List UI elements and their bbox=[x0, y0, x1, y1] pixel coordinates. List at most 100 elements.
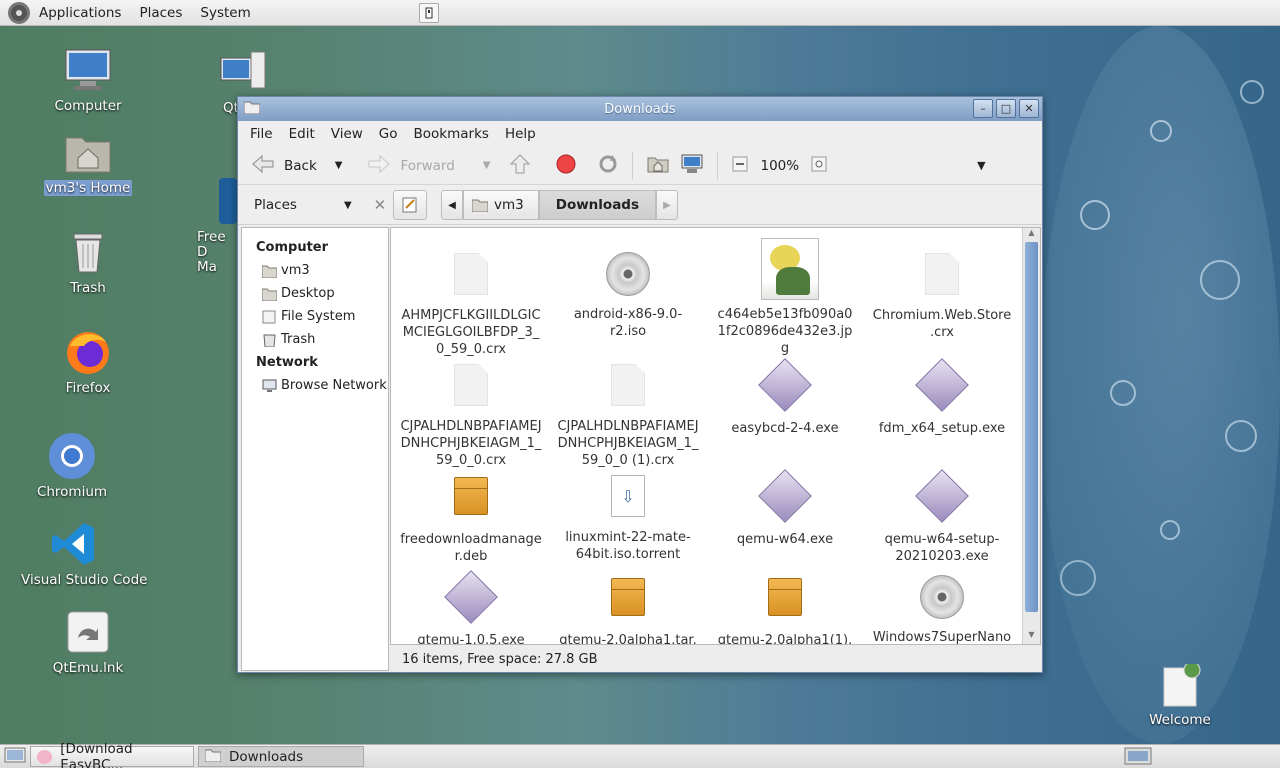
desktop-icon-welcome[interactable]: Welcome bbox=[1125, 661, 1235, 728]
menu-help[interactable]: Help bbox=[497, 126, 544, 142]
menu-go[interactable]: Go bbox=[371, 126, 406, 142]
browser-icon bbox=[37, 749, 53, 764]
breadcrumb-right-icon[interactable]: ▶ bbox=[656, 190, 679, 220]
back-dropdown-icon[interactable]: ▼ bbox=[335, 160, 343, 171]
executable-file-icon bbox=[758, 469, 812, 525]
sidebar-item-trash[interactable]: Trash bbox=[242, 328, 388, 351]
stop-button[interactable] bbox=[550, 151, 582, 181]
home-button[interactable] bbox=[641, 151, 675, 181]
zoom-out-button[interactable] bbox=[726, 151, 754, 181]
breadcrumb: ◀ vm3 Downloads ▶ bbox=[393, 190, 679, 220]
desktop-icon-qt[interactable]: Qt bbox=[193, 48, 266, 116]
file-item[interactable]: qtemu-2.0alpha1(1). bbox=[710, 573, 860, 645]
up-arrow-icon bbox=[510, 153, 531, 178]
toolbar-overflow-icon[interactable]: ▼ bbox=[971, 151, 991, 181]
launcher-icon[interactable] bbox=[419, 3, 439, 23]
title-bar[interactable]: Downloads – □ ✕ bbox=[238, 97, 1042, 121]
task-downloads[interactable]: Downloads bbox=[198, 746, 364, 767]
chromium-icon bbox=[48, 432, 96, 480]
sidebar-item-vm3[interactable]: vm3 bbox=[242, 259, 388, 282]
close-sidebar-icon[interactable]: ✕ bbox=[374, 196, 387, 214]
scroll-down-icon[interactable]: ▼ bbox=[1023, 630, 1040, 644]
file-item[interactable]: android-x86-9.0-r2.iso bbox=[553, 250, 703, 340]
file-item[interactable]: Windows7SuperNano bbox=[867, 573, 1017, 644]
menu-view[interactable]: View bbox=[323, 126, 371, 142]
menu-places[interactable]: Places bbox=[130, 0, 191, 26]
file-name: CJPALHDLNBPAFIAMEJDNHCPHJBKEIAGM_1_59_0_… bbox=[557, 419, 699, 468]
sidebar-selector[interactable]: Places ▼ ✕ bbox=[242, 191, 387, 219]
file-name: qtemu-2.0alpha1.tar. bbox=[559, 633, 697, 645]
maximize-button[interactable]: □ bbox=[996, 99, 1016, 118]
scroll-up-icon[interactable]: ▲ bbox=[1023, 228, 1040, 242]
desktop-icon-chromium[interactable]: Chromium bbox=[17, 432, 127, 500]
sidebar-section-network: Network bbox=[256, 355, 318, 370]
folder-icon bbox=[204, 748, 222, 766]
file-name: AHMPJCFLKGIILDLGICMCIEGLGOILBFDP_3_0_59_… bbox=[401, 308, 541, 357]
file-name: android-x86-9.0-r2.iso bbox=[573, 307, 683, 339]
menu-file[interactable]: File bbox=[242, 126, 281, 142]
close-button[interactable]: ✕ bbox=[1019, 99, 1039, 118]
file-item[interactable]: freedownloadmanager.deb bbox=[396, 472, 546, 565]
trash-icon bbox=[262, 333, 277, 347]
menu-system[interactable]: System bbox=[191, 0, 259, 26]
computer-button[interactable] bbox=[675, 151, 709, 181]
desktop-label: Chromium bbox=[36, 484, 108, 500]
file-item[interactable]: qtemu-2.0alpha1.tar. bbox=[553, 573, 703, 645]
sidebar-item-desktop[interactable]: Desktop bbox=[242, 282, 388, 305]
file-item[interactable]: qemu-w64.exe bbox=[710, 469, 860, 548]
package-file-icon bbox=[447, 477, 495, 525]
home-folder-icon bbox=[261, 264, 278, 278]
desktop-icon-qtemu[interactable]: QtEmu.lnk bbox=[33, 608, 143, 676]
mate-logo-icon[interactable] bbox=[8, 1, 30, 24]
chevron-down-icon[interactable]: ▼ bbox=[344, 200, 352, 211]
desktop-icon-computer[interactable]: Computer bbox=[33, 46, 143, 114]
back-button[interactable]: Back ▼ bbox=[246, 151, 348, 181]
file-name: qtemu-1.0.5.exe bbox=[417, 633, 525, 645]
menu-bookmarks[interactable]: Bookmarks bbox=[406, 126, 497, 142]
file-item[interactable]: AHMPJCFLKGIILDLGICMCIEGLGOILBFDP_3_0_59_… bbox=[396, 250, 546, 358]
file-name: CJPALHDLNBPAFIAMEJDNHCPHJBKEIAGM_1_59_0_… bbox=[400, 419, 542, 468]
file-item[interactable]: c464eb5e13fb090a01f2c0896de432e3.jpg bbox=[710, 238, 860, 357]
back-arrow-icon bbox=[252, 154, 274, 177]
menu-edit[interactable]: Edit bbox=[281, 126, 323, 142]
up-button[interactable] bbox=[504, 151, 536, 181]
file-name: linuxmint-22-mate-64bit.iso.torrent bbox=[565, 530, 691, 562]
file-item[interactable]: easybcd-2-4.exe bbox=[710, 358, 860, 437]
breadcrumb-downloads[interactable]: Downloads bbox=[538, 190, 657, 220]
package-file-icon bbox=[604, 578, 652, 626]
zoom-reset-button[interactable] bbox=[805, 151, 833, 181]
edit-location-button[interactable] bbox=[393, 190, 427, 220]
desktop-icon-firefox[interactable]: Firefox bbox=[33, 328, 143, 396]
file-item[interactable]: CJPALHDLNBPAFIAMEJDNHCPHJBKEIAGM_1_59_0_… bbox=[396, 361, 546, 469]
file-item[interactable]: ⇩ linuxmint-22-mate-64bit.iso.torrent bbox=[553, 472, 703, 563]
file-item[interactable]: Chromium.Web.Store.crx bbox=[867, 250, 1017, 341]
menu-applications[interactable]: Applications bbox=[30, 0, 130, 26]
reload-button[interactable] bbox=[592, 151, 624, 181]
task-download-easybcd[interactable]: [Download EasyBC... bbox=[30, 741, 194, 768]
vertical-scrollbar[interactable]: ▲ ▼ bbox=[1022, 228, 1040, 644]
breadcrumb-vm3[interactable]: vm3 bbox=[463, 190, 539, 220]
desktop-label: vm3's Home bbox=[43, 180, 133, 196]
desktop-label: Firefox bbox=[65, 380, 111, 396]
file-item[interactable]: qemu-w64-setup-20210203.exe bbox=[867, 469, 1017, 565]
forward-dropdown-icon[interactable]: ▼ bbox=[483, 160, 491, 171]
sidebar-item-filesystem[interactable]: File System bbox=[242, 305, 388, 328]
workspace-switcher[interactable] bbox=[1124, 747, 1152, 768]
menu-bar: File Edit View Go Bookmarks Help bbox=[238, 121, 1042, 147]
file-name: qtemu-2.0alpha1(1). bbox=[717, 633, 853, 645]
file-item[interactable]: fdm_x64_setup.exe bbox=[867, 358, 1017, 437]
desktop-icon-trash[interactable]: Trash bbox=[33, 228, 143, 296]
minimize-button[interactable]: – bbox=[973, 99, 993, 118]
window-title: Downloads bbox=[604, 101, 676, 117]
breadcrumb-left-icon[interactable]: ◀ bbox=[441, 190, 463, 220]
forward-button[interactable]: Forward ▼ bbox=[362, 151, 496, 181]
desktop-icon-home[interactable]: vm3's Home bbox=[33, 128, 143, 196]
show-desktop-icon[interactable] bbox=[4, 746, 26, 768]
sidebar-item-browse-network[interactable]: Browse Network bbox=[242, 374, 388, 397]
file-item[interactable]: CJPALHDLNBPAFIAMEJDNHCPHJBKEIAGM_1_59_0_… bbox=[553, 361, 703, 469]
scrollbar-thumb[interactable] bbox=[1025, 242, 1038, 612]
file-item[interactable]: qtemu-1.0.5.exe bbox=[396, 570, 546, 645]
desktop-label: Visual Studio Code bbox=[21, 572, 148, 588]
desktop-icon-vscode[interactable]: Visual Studio Code bbox=[19, 520, 147, 588]
desktop-icon-fdm[interactable]: Free D Ma bbox=[193, 148, 237, 275]
